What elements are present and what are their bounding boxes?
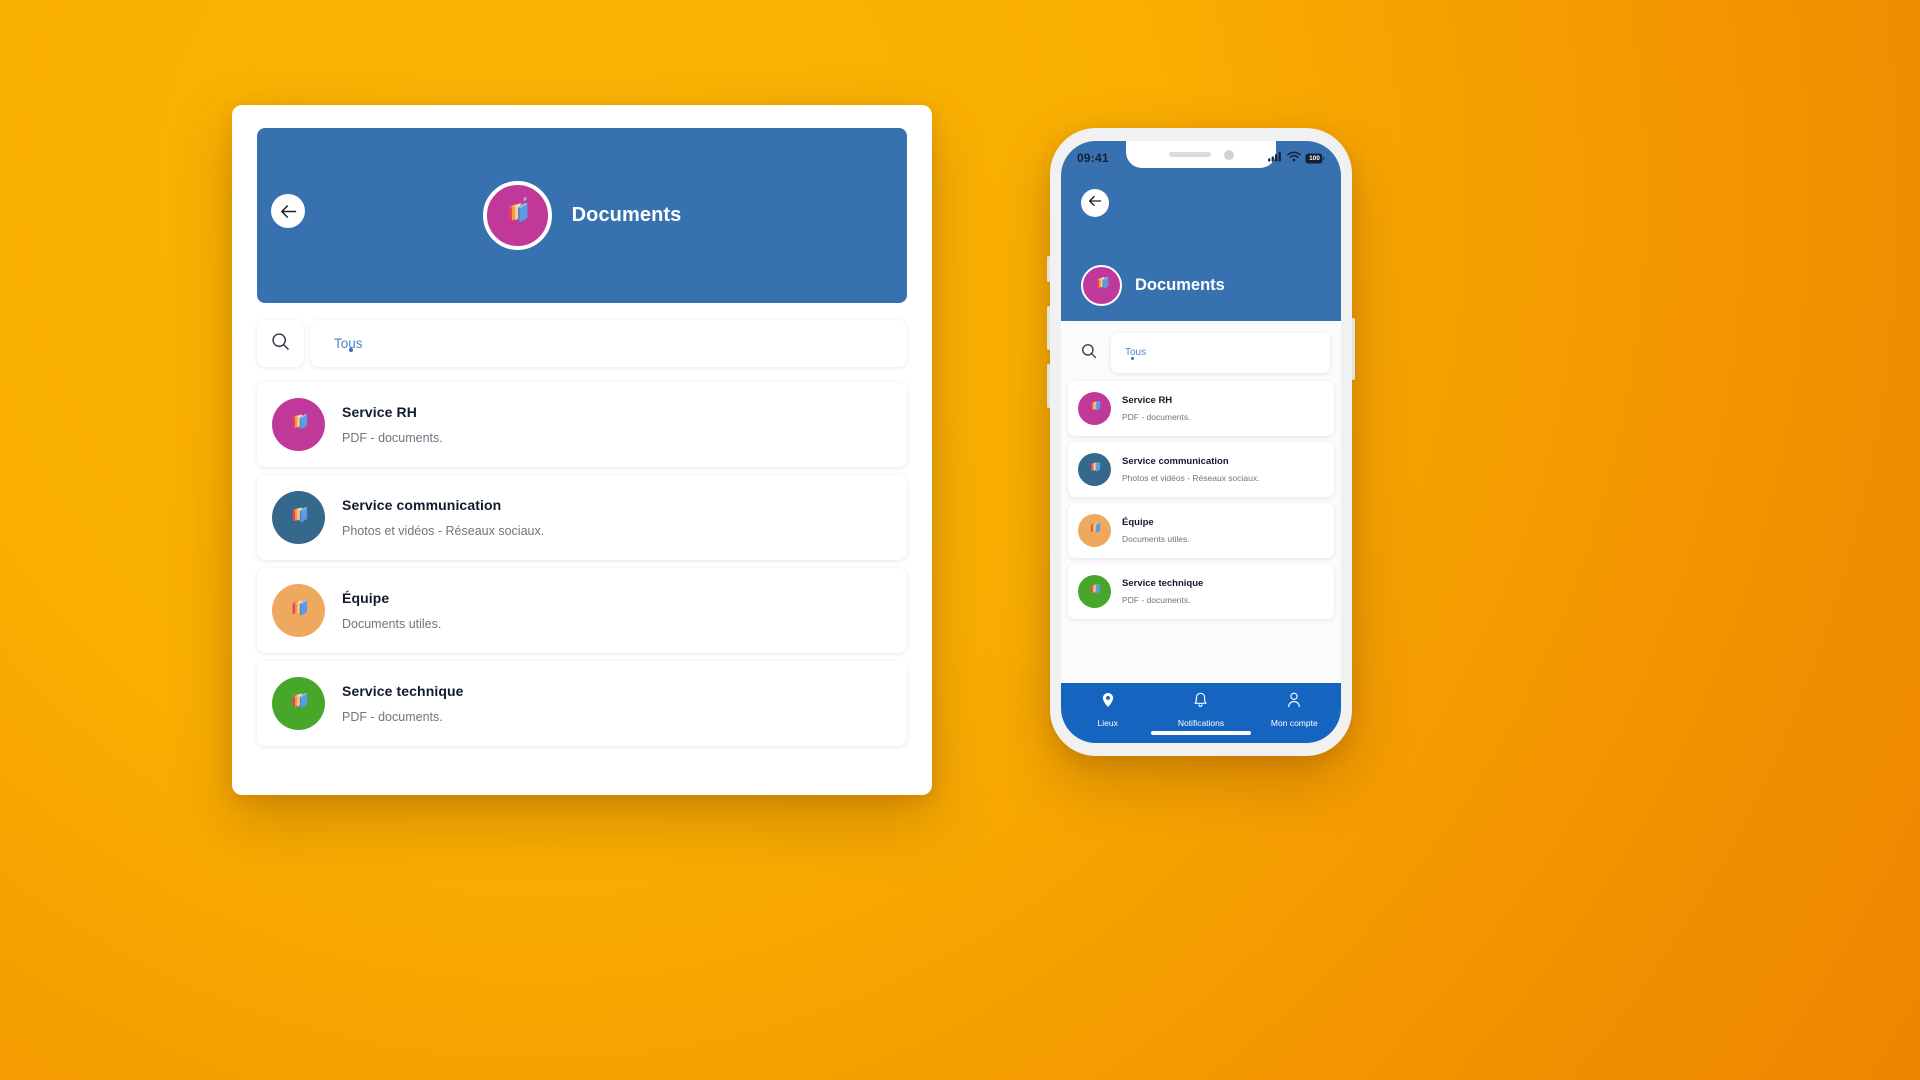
desktop-document-list: Service RH PDF - documents. Service comm… (257, 382, 907, 754)
phone-status-bar: 09:41 100 (1061, 141, 1341, 175)
list-item-text: Équipe Documents utiles. (342, 590, 441, 631)
list-item[interactable]: Équipe Documents utiles. (1068, 503, 1334, 558)
phone-volume-down-button (1047, 364, 1050, 408)
map-pin-icon (1101, 692, 1115, 713)
person-icon (1287, 692, 1301, 713)
back-button[interactable] (1081, 189, 1109, 217)
tab-notifications[interactable]: Notifications (1154, 692, 1247, 728)
cellular-signal-icon (1268, 149, 1283, 167)
phone-mockup: 09:41 100 Documents Tous Service RH PDF … (1047, 128, 1355, 756)
search-icon (1081, 343, 1097, 364)
list-item-subtitle: Documents utiles. (1122, 534, 1190, 544)
tab-label: Mon compte (1270, 718, 1318, 728)
avatar (272, 398, 325, 451)
list-item[interactable]: Service technique PDF - documents. (1068, 564, 1334, 619)
list-item[interactable]: Service technique PDF - documents. (257, 661, 907, 746)
list-item-subtitle: Photos et vidéos - Réseaux sociaux. (342, 524, 545, 538)
list-item[interactable]: Service RH PDF - documents. (1068, 381, 1334, 436)
avatar (272, 677, 325, 730)
folders-stack-icon (285, 501, 313, 534)
folders-stack-icon (1086, 519, 1104, 542)
wifi-icon (1287, 149, 1301, 167)
list-item-title: Service technique (1122, 578, 1204, 589)
battery-icon: 100 (1305, 153, 1325, 164)
list-item-title: Service technique (342, 683, 464, 699)
search-input[interactable]: Tous (310, 320, 907, 367)
list-item[interactable]: Service RH PDF - documents. (257, 382, 907, 467)
list-item[interactable]: Équipe Documents utiles. (257, 568, 907, 653)
folders-stack-icon (285, 594, 313, 627)
page-title: Documents (1135, 276, 1225, 294)
avatar (1078, 514, 1111, 547)
search-input[interactable]: Tous (1111, 333, 1330, 373)
list-item-subtitle: Documents utiles. (342, 617, 442, 631)
list-item-subtitle: PDF - documents. (342, 710, 443, 724)
list-item[interactable]: Service communication Photos et vidéos -… (257, 475, 907, 560)
search-active-dot (349, 348, 353, 352)
bottom-tab-bar: Lieux Notifications Mon compte (1061, 683, 1341, 743)
folders-stack-icon (1091, 272, 1113, 299)
avatar (1081, 265, 1122, 306)
desktop-search-row: Tous (257, 320, 907, 367)
phone-volume-up-button (1047, 306, 1050, 350)
list-item-subtitle: Photos et vidéos - Réseaux sociaux. (1122, 473, 1260, 483)
page-title: Documents (571, 204, 682, 226)
avatar (1078, 575, 1111, 608)
search-icon (271, 332, 290, 356)
status-indicators: 100 (1268, 149, 1325, 167)
tab-lieux[interactable]: Lieux (1061, 692, 1154, 728)
phone-document-list: Service RH PDF - documents. Service comm… (1068, 381, 1334, 625)
list-item-text: Service communication Photos et vidéos -… (342, 497, 544, 538)
search-button[interactable] (1072, 333, 1106, 373)
list-item-title: Équipe (1122, 517, 1154, 528)
search-input-value: Tous (1125, 347, 1147, 358)
search-button[interactable] (257, 320, 304, 367)
phone-content-sheet: Tous Service RH PDF - documents. Service… (1061, 321, 1341, 743)
phone-hero-header: Documents (1081, 265, 1225, 306)
list-item-title: Service RH (1122, 395, 1173, 406)
list-item-text: Service technique PDF - documents. (1122, 578, 1203, 605)
list-item-text: Service communication Photos et vidéos -… (1122, 456, 1260, 483)
list-item-subtitle: PDF - documents. (1122, 412, 1191, 422)
list-item-text: Service RH PDF - documents. (342, 404, 443, 445)
phone-screen: 09:41 100 Documents Tous Service RH PDF … (1061, 141, 1341, 743)
list-item-title: Service communication (342, 497, 502, 513)
list-item[interactable]: Service communication Photos et vidéos -… (1068, 442, 1334, 497)
tab-label: Lieux (1097, 718, 1118, 728)
battery-level: 100 (1309, 154, 1320, 162)
list-item-text: Service technique PDF - documents. (342, 683, 464, 724)
folders-stack-icon (1086, 580, 1104, 603)
home-indicator[interactable] (1151, 731, 1251, 735)
folders-stack-icon (285, 687, 313, 720)
list-item-title: Équipe (342, 590, 390, 606)
folders-stack-icon (499, 195, 535, 236)
folders-stack-icon (1086, 458, 1104, 481)
desktop-preview-card: Documents Tous Service RH PDF - document… (232, 105, 932, 795)
phone-silent-switch (1047, 256, 1050, 282)
list-item-title: Service RH (342, 404, 417, 420)
tab-mon-compte[interactable]: Mon compte (1248, 692, 1341, 728)
phone-power-button (1352, 318, 1355, 380)
avatar (1078, 392, 1111, 425)
tab-label: Notifications (1177, 718, 1225, 728)
bell-icon (1193, 692, 1208, 713)
folders-stack-icon (285, 408, 313, 441)
search-active-dot (1131, 357, 1134, 360)
list-item-text: Équipe Documents utiles. (1122, 517, 1190, 544)
phone-search-row: Tous (1072, 333, 1330, 373)
list-item-title: Service communication (1122, 456, 1229, 467)
list-item-subtitle: PDF - documents. (1122, 595, 1191, 605)
avatar (272, 584, 325, 637)
desktop-hero-banner: Documents (257, 128, 907, 303)
status-time: 09:41 (1077, 151, 1109, 165)
arrow-left-icon (1088, 194, 1102, 212)
avatar (1078, 453, 1111, 486)
list-item-text: Service RH PDF - documents. (1122, 395, 1191, 422)
list-item-subtitle: PDF - documents. (342, 431, 443, 445)
folders-stack-icon (1086, 397, 1104, 420)
avatar (272, 491, 325, 544)
avatar (482, 181, 552, 250)
desktop-hero-center: Documents (257, 128, 907, 303)
